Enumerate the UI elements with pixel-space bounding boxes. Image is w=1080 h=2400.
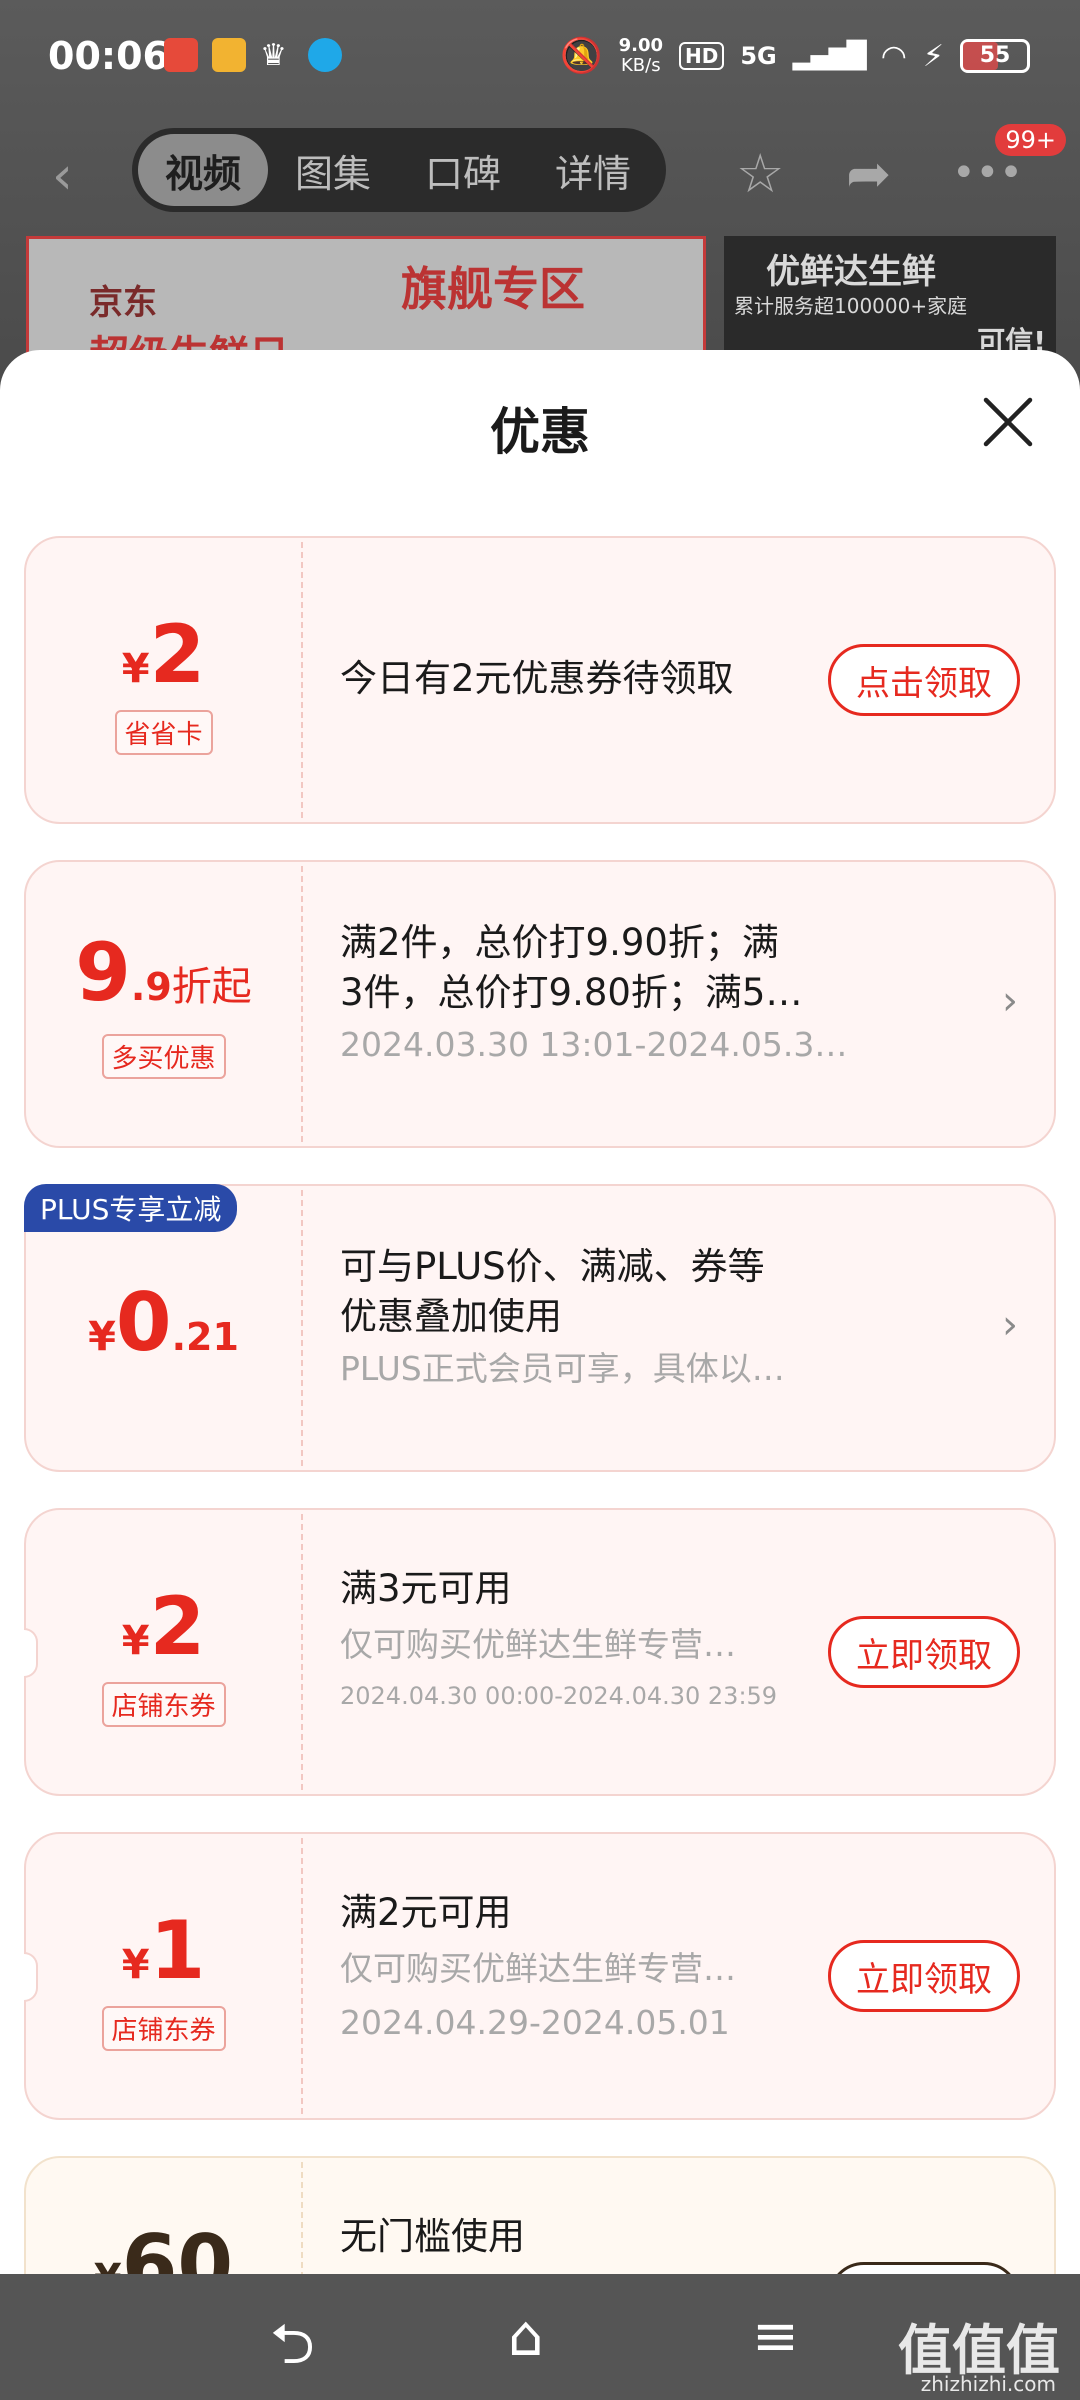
- mute-icon: 🔕: [560, 36, 603, 76]
- coupon-amount: 9.9折起: [26, 926, 301, 1019]
- coupon-desc-line2: 优惠叠加使用: [340, 1295, 562, 1338]
- app-notification-icon: [212, 38, 246, 72]
- home-nav-icon[interactable]: ⌂: [508, 2304, 544, 2369]
- share-icon[interactable]: ➦: [846, 142, 891, 205]
- coupon-divider: [301, 866, 303, 1142]
- hd-icon: HD: [679, 42, 725, 70]
- coupon-desc-line2: 3件，总价打9.80折；满5…: [340, 971, 803, 1014]
- net-speed: 9.00 KB/s: [619, 36, 663, 76]
- watermark-domain: zhizhizhi.com: [920, 2372, 1056, 2396]
- amount-value: 2: [149, 1580, 206, 1673]
- status-right: 🔕 9.00 KB/s HD 5G ▂▄▆█ ◠ ⚡ 55: [560, 36, 1030, 76]
- coupon-condition: 无门槛使用: [340, 2215, 525, 2258]
- coupon-validity: 2024.03.30 13:01-2024.05.3…: [340, 1025, 848, 1064]
- coupon-amount-area: 9.9折起 多买优惠: [26, 862, 301, 1146]
- banner-brand: 京东: [89, 283, 157, 323]
- coupon-amount-area: ¥0.21: [26, 1186, 301, 1470]
- notification-icons: ♛: [164, 38, 342, 73]
- app-notification-icon: [164, 38, 198, 72]
- coupon-tag: 省省卡: [114, 710, 213, 755]
- claim-button[interactable]: 立即领取: [828, 1940, 1020, 2012]
- tab-gallery[interactable]: 图集: [268, 134, 398, 206]
- amount-value: 2: [149, 608, 206, 701]
- claim-button[interactable]: 点击领取: [828, 644, 1020, 716]
- sheet-title: 优惠: [490, 403, 590, 461]
- chevron-right-icon[interactable]: ›: [1002, 978, 1018, 1024]
- amount-decimal: .9: [130, 965, 172, 1009]
- currency-symbol: ¥: [88, 1314, 116, 1360]
- coupon-condition: 满2元可用: [340, 1891, 512, 1934]
- coupon-divider: [301, 1838, 303, 2114]
- star-icon[interactable]: ☆: [736, 142, 784, 205]
- coupon-condition: 满3元可用: [340, 1567, 512, 1610]
- coupon-note: PLUS正式会员可享，具体以…: [340, 1349, 785, 1388]
- back-icon[interactable]: ‹: [52, 146, 73, 206]
- chevron-right-icon[interactable]: ›: [1002, 1302, 1018, 1348]
- coupon-card[interactable]: PLUS专享立减 ¥0.21 可与PLUS价、满减、券等 优惠叠加使用 PLUS…: [24, 1184, 1056, 1472]
- coupon-desc-line1: 可与PLUS价、满减、券等: [340, 1245, 765, 1288]
- tab-video[interactable]: 视频: [138, 134, 268, 206]
- banner-store-title: 优鲜达生鲜: [766, 252, 936, 292]
- coupon-amount-area: ¥1 店铺东券: [26, 1834, 301, 2118]
- currency-symbol: ¥: [121, 1618, 150, 1664]
- coupon-divider: [301, 1514, 303, 1790]
- coupon-card[interactable]: ¥2 省省卡 今日有2元优惠券待领取 点击领取: [24, 536, 1056, 824]
- message-badge: 99+: [995, 124, 1066, 156]
- coupon-divider: [301, 1190, 303, 1466]
- currency-symbol: ¥: [121, 646, 150, 692]
- top-nav: ‹ 视频 图集 口碑 详情 ☆ ➦ ••• 99+: [0, 124, 1080, 214]
- coupon-amount: ¥0.21: [26, 1276, 301, 1369]
- coupon-card[interactable]: 9.9折起 多买优惠 满2件，总价打9.90折；满 3件，总价打9.80折；满5…: [24, 860, 1056, 1148]
- net-speed-unit: KB/s: [620, 55, 661, 76]
- coupon-info: 可与PLUS价、满减、券等 优惠叠加使用 PLUS正式会员可享，具体以…: [340, 1186, 994, 1470]
- media-tabs: 视频 图集 口碑 详情: [132, 128, 666, 212]
- back-nav-icon[interactable]: ⮌: [270, 2304, 315, 2399]
- banner-flagship: 旗舰专区: [401, 262, 585, 316]
- wifi-icon: ◠: [880, 38, 907, 74]
- coupon-card[interactable]: ¥1 店铺东券 满2元可用 仅可购买优鲜达生鲜专营… 2024.04.29-20…: [24, 1832, 1056, 2120]
- amount-value: 1: [149, 1904, 206, 1997]
- claim-button[interactable]: 立即领取: [828, 1616, 1020, 1688]
- discount-sheet: 优惠 ¥2 省省卡 今日有2元优惠券待领取 点击领取 9.9折起 多买优惠 满2…: [0, 350, 1080, 2400]
- currency-symbol: ¥: [121, 1942, 150, 1988]
- amount-value: 9: [75, 926, 131, 1019]
- battery-icon: 55: [960, 39, 1030, 73]
- banner-store-sub: 累计服务超100000+家庭: [734, 294, 968, 318]
- tab-reviews[interactable]: 口碑: [398, 134, 528, 206]
- coupon-tag: 店铺东券: [101, 2006, 226, 2051]
- coupon-desc-line1: 满2件，总价打9.90折；满: [340, 921, 779, 964]
- coupon-amount-area: ¥2 店铺东券: [26, 1510, 301, 1794]
- charging-icon: ⚡: [922, 38, 944, 74]
- amount-value: 0: [115, 1276, 172, 1369]
- coupon-tag: 店铺东券: [101, 1682, 226, 1727]
- coupon-info: 满2件，总价打9.90折；满 3件，总价打9.80折；满5… 2024.03.3…: [340, 862, 994, 1146]
- coupon-amount: ¥2: [26, 1580, 301, 1673]
- coupon-tag: 多买优惠: [101, 1034, 226, 1079]
- crown-icon: ♛: [260, 38, 287, 73]
- qq-icon: [308, 38, 342, 72]
- network-label: 5G: [740, 42, 777, 70]
- coupon-amount: ¥1: [26, 1904, 301, 1997]
- coupon-card[interactable]: ¥2 店铺东券 满3元可用 仅可购买优鲜达生鲜专营… 2024.04.30 00…: [24, 1508, 1056, 1796]
- tab-details[interactable]: 详情: [528, 134, 658, 206]
- net-speed-value: 9.00: [618, 35, 663, 56]
- close-icon[interactable]: [980, 394, 1036, 450]
- amount-suffix: 折起: [171, 964, 252, 1010]
- status-time: 00:06: [48, 34, 169, 78]
- coupon-divider: [301, 542, 303, 818]
- signal-icon: ▂▄▆█: [792, 41, 867, 71]
- coupon-amount-area: ¥2 省省卡: [26, 538, 301, 822]
- menu-nav-icon[interactable]: ≡: [752, 2304, 799, 2369]
- status-bar: 00:06 ♛ 🔕 9.00 KB/s HD 5G ▂▄▆█ ◠ ⚡ 55: [0, 0, 1080, 118]
- more-icon[interactable]: •••: [952, 150, 1023, 196]
- amount-decimal: .21: [171, 1315, 239, 1359]
- coupon-amount: ¥2: [26, 608, 301, 701]
- battery-level: 55: [979, 43, 1011, 68]
